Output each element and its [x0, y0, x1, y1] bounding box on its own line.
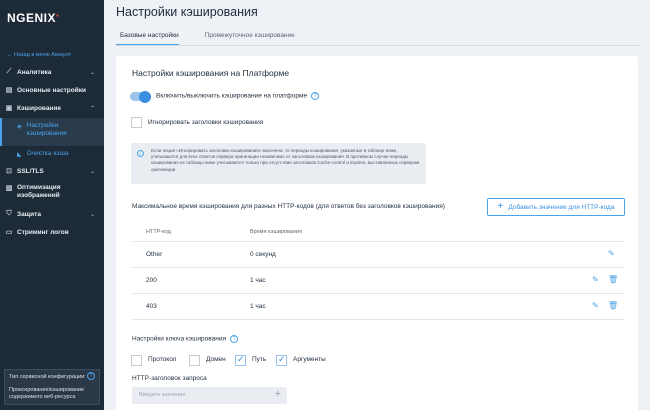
plus-icon[interactable]: +: [275, 388, 281, 400]
cache-time-cell: 0 секунд: [250, 251, 276, 258]
card-title: Настройки кэширования на Платформе: [132, 68, 290, 78]
edit-icon[interactable]: ✎: [592, 275, 599, 284]
chevron-down-icon: ⌄: [89, 211, 95, 218]
ignore-headers-checkbox[interactable]: [131, 117, 142, 128]
sidebar-item-caching[interactable]: ▣ Кэширование ⌃: [0, 100, 104, 116]
page-title: Настройки кэширования: [116, 5, 258, 19]
arguments-checkbox[interactable]: [276, 354, 287, 366]
domain-label: Домен: [206, 356, 226, 363]
brush-icon: ◣: [17, 152, 22, 158]
cache-key-label-text: Настройки ключа кэширования: [132, 335, 226, 343]
info-icon[interactable]: ?: [87, 372, 95, 380]
settings-card: Настройки кэширования на Платформе Включ…: [116, 56, 638, 410]
sidebar-item-label: SSL/TLS: [17, 167, 44, 175]
tabs-divider: [116, 45, 640, 46]
toggle-label-text: Включить/выключить кэширование на платфо…: [156, 92, 308, 100]
tabs: Базовые настройки Промежуточное кэширова…: [116, 30, 317, 46]
table-row: Other 0 секунд ✎: [132, 242, 624, 268]
add-button-label: Добавить значение для HTTP-кода: [508, 203, 615, 211]
domain-checkbox[interactable]: [189, 355, 200, 366]
sidebar-item-label: Стриминг логов: [17, 228, 69, 236]
settings-icon: ▤: [5, 87, 13, 94]
sidebar-item-protection[interactable]: ⛉ Защита ⌄: [0, 206, 104, 222]
max-cache-time-label: Максимальное время кэширования для разны…: [132, 203, 445, 210]
cache-time-cell: 1 час: [250, 277, 266, 284]
sidebar: NGENIX● ← Назад в меню Аккаунт ⟋ Аналити…: [0, 0, 104, 410]
trash-icon[interactable]: 🗑: [608, 275, 618, 284]
sidebar-item-log-streaming[interactable]: ▭ Стриминг логов: [0, 224, 104, 240]
info-icon: i: [137, 150, 144, 157]
cache-time-cell: 1 час: [250, 303, 266, 310]
plus-icon: +: [497, 201, 504, 212]
sidebar-item-label: Оптимизация изображений: [17, 184, 61, 199]
chevron-down-icon: ⌄: [89, 168, 95, 175]
sidebar-item-label: Основные настройки: [17, 86, 86, 94]
sidebar-subitem-label: Очистка кэша: [26, 150, 69, 157]
config-type-box: Тип сервисной конфигурации: ? Проксирова…: [4, 369, 100, 405]
info-text: Если опция «Игнорировать заголовки кэшир…: [151, 148, 420, 172]
caching-toggle[interactable]: [130, 90, 151, 103]
http-code-cell: 403: [146, 303, 157, 310]
back-to-account-link[interactable]: ← Назад в меню Аккаунт: [7, 52, 71, 58]
chart-icon: ⟋: [6, 68, 12, 75]
edit-icon[interactable]: ✎: [608, 249, 615, 258]
http-code-cell: Other: [146, 251, 163, 258]
column-header-cache-time: Время кэширования: [250, 229, 302, 235]
table-row: 200 1 час ✎ 🗑: [132, 268, 624, 294]
gear-icon: ◈: [17, 124, 22, 130]
http-code-cell: 200: [146, 277, 157, 284]
table-row: 403 1 час ✎ 🗑: [132, 294, 624, 320]
help-icon[interactable]: ?: [311, 92, 320, 100]
ignore-headers-label: Игнорировать заголовки кэширования: [148, 119, 264, 126]
sidebar-item-image-optimization[interactable]: ▧ Оптимизация изображений: [0, 182, 104, 204]
http-header-placeholder: Введите значение: [139, 392, 186, 398]
sidebar-item-basic-settings[interactable]: ▤ Основные настройки: [0, 82, 104, 98]
stream-icon: ▭: [5, 229, 13, 236]
sidebar-item-analytics[interactable]: ⟋ Аналитика ⌄: [0, 64, 104, 80]
image-icon: ▧: [5, 185, 13, 192]
chevron-down-icon: ⌄: [89, 69, 95, 76]
http-header-label: HTTP-заголовок запроса: [132, 375, 207, 382]
sidebar-item-ssl[interactable]: ⊡ SSL/TLS ⌄: [0, 163, 104, 179]
logo[interactable]: NGENIX●: [7, 11, 60, 25]
tab-basic-settings[interactable]: Базовые настройки: [116, 30, 179, 46]
config-type-title: Тип сервисной конфигурации:: [9, 374, 86, 380]
caching-toggle-label: Включить/выключить кэширование на платфо…: [156, 92, 320, 100]
arguments-label: Аргументы: [293, 356, 326, 363]
sidebar-item-label: Защита: [17, 210, 41, 218]
sidebar-subitem-label: Настройки кэширования: [26, 122, 67, 137]
cache-icon: ▣: [5, 105, 13, 112]
cache-key-label: Настройки ключа кэширования?: [132, 335, 238, 343]
protocol-label: Протокол: [148, 356, 177, 363]
path-checkbox[interactable]: [235, 354, 246, 366]
path-label: Путь: [252, 356, 267, 363]
protocol-checkbox[interactable]: [131, 355, 142, 366]
add-http-code-button[interactable]: + Добавить значение для HTTP-кода: [487, 198, 625, 216]
lock-icon: ⊡: [6, 168, 12, 175]
sidebar-item-label: Кэширование: [17, 104, 61, 112]
sidebar-subitem-purge-cache[interactable]: ◣ Очистка кэша: [0, 148, 104, 162]
config-type-value: Проксирование/кэширование содержимого ве…: [9, 387, 85, 400]
shield-icon: ⛉: [6, 210, 12, 217]
sidebar-item-label: Аналитика: [17, 68, 52, 76]
chevron-up-icon: ⌃: [89, 105, 95, 112]
column-header-http-code: HTTP-код: [146, 229, 171, 235]
tab-intermediate-caching[interactable]: Промежуточное кэширование: [201, 30, 295, 46]
edit-icon[interactable]: ✎: [592, 301, 599, 310]
table-header: HTTP-код Время кэширования: [132, 224, 624, 242]
trash-icon[interactable]: 🗑: [608, 301, 618, 310]
info-box: i Если опция «Игнорировать заголовки кэш…: [131, 143, 426, 184]
toggle-knob: [139, 90, 151, 103]
http-header-input[interactable]: Введите значение +: [132, 387, 287, 404]
help-icon[interactable]: ?: [229, 335, 238, 343]
sidebar-subitem-cache-settings[interactable]: ◈ Настройки кэширования: [0, 118, 104, 146]
